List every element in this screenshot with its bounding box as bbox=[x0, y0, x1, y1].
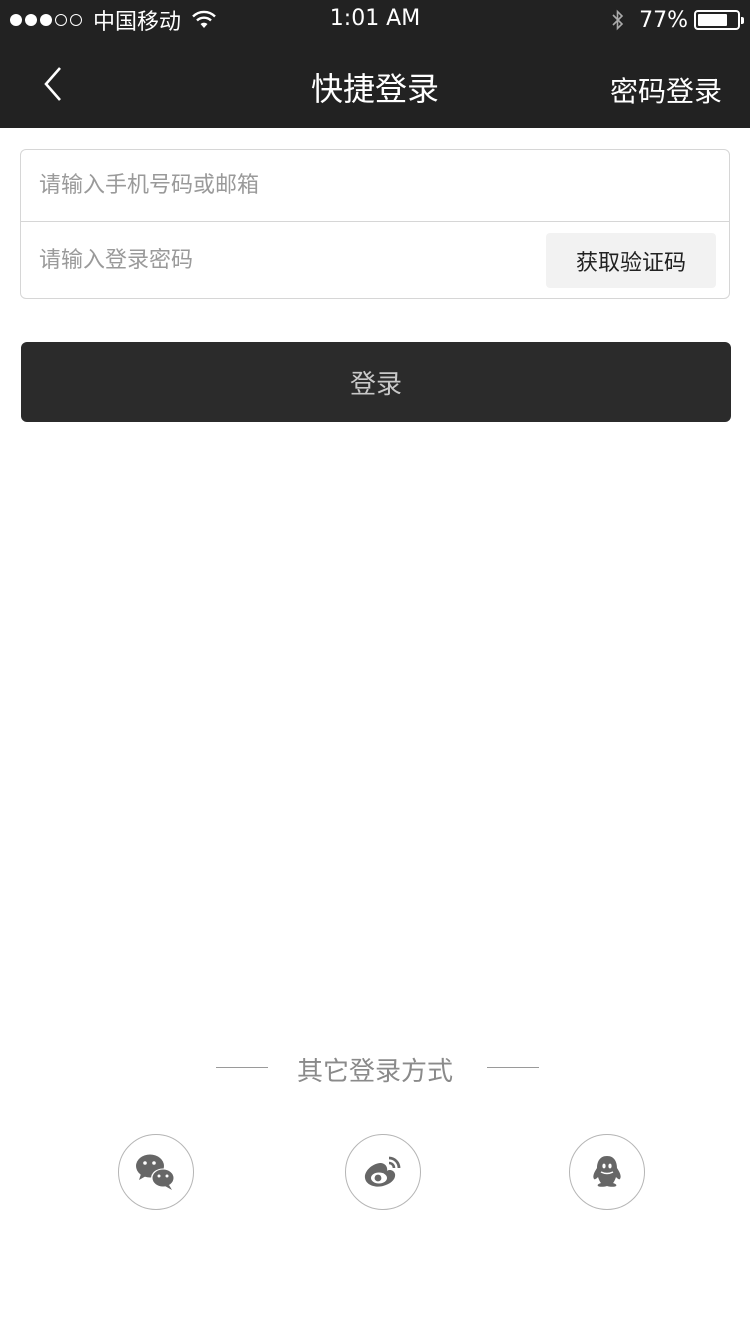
account-row bbox=[21, 150, 729, 222]
other-login-divider: 其它登录方式 bbox=[0, 1048, 750, 1088]
battery-percentage: 77% bbox=[639, 7, 688, 33]
qq-icon bbox=[593, 1156, 621, 1187]
other-login-label: 其它登录方式 bbox=[296, 1057, 453, 1087]
weibo-icon bbox=[364, 1156, 401, 1187]
battery-icon bbox=[694, 10, 744, 30]
divider-line-right bbox=[487, 1067, 539, 1068]
password-login-link[interactable]: 密码登录 bbox=[610, 70, 722, 110]
password-input[interactable] bbox=[39, 222, 539, 298]
weibo-login-button[interactable] bbox=[345, 1134, 421, 1210]
password-row: 获取验证码 bbox=[21, 222, 729, 298]
navigation-bar: 快捷登录 密码登录 bbox=[0, 40, 750, 128]
account-input[interactable] bbox=[39, 150, 709, 221]
wechat-login-button[interactable] bbox=[118, 1134, 194, 1210]
get-code-button[interactable]: 获取验证码 bbox=[546, 233, 716, 288]
bluetooth-icon bbox=[612, 9, 624, 31]
qq-login-button[interactable] bbox=[569, 1134, 645, 1210]
status-bar: 中国移动 1:01 AM 77% bbox=[0, 0, 750, 40]
login-form: 获取验证码 bbox=[20, 149, 730, 299]
top-bar: 中国移动 1:01 AM 77% 快捷登录 密码登录 bbox=[0, 0, 750, 128]
wechat-icon bbox=[136, 1154, 175, 1190]
login-button[interactable]: 登录 bbox=[21, 342, 731, 422]
